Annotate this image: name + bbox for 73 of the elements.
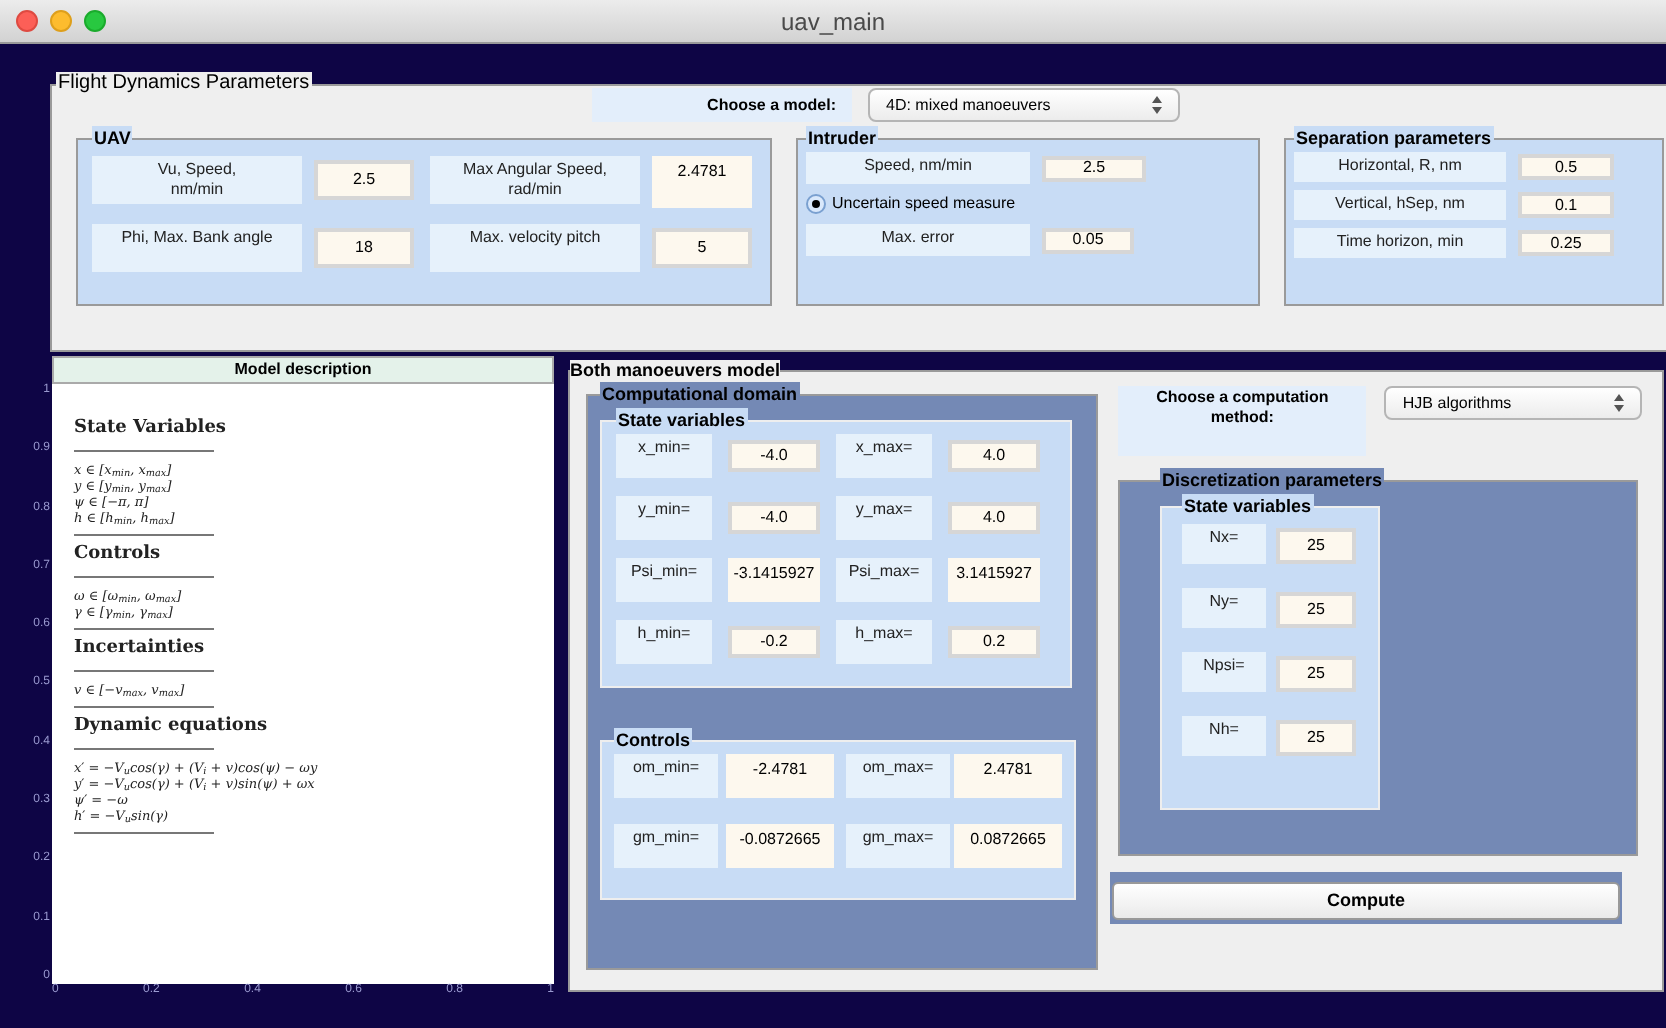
field-label: om_min= <box>614 754 718 798</box>
model-description-header: Model description <box>52 356 554 384</box>
field-label: gm_min= <box>614 824 718 868</box>
dropdown[interactable]: 4D: mixed manoeuvers <box>868 88 1180 122</box>
input-field[interactable]: 2.5 <box>314 160 414 200</box>
group-title: Computational domain <box>600 382 799 408</box>
field-label: Horizontal, R, nm <box>1294 152 1506 182</box>
input-field[interactable]: 0.05 <box>1042 227 1134 253</box>
field-label: gm_max= <box>846 824 950 868</box>
window-title: uav_main <box>780 5 886 39</box>
compute-button[interactable]: Compute <box>1112 882 1620 921</box>
field-label: Ny= <box>1182 588 1266 628</box>
input-field[interactable]: 18 <box>314 228 414 268</box>
input-field[interactable]: 5 <box>652 228 752 268</box>
method-label: Choose a computation method: <box>1118 386 1367 456</box>
radio-option[interactable]: Uncertain speed measure <box>806 192 1250 216</box>
radio-button[interactable] <box>806 194 826 214</box>
input-field[interactable]: 25 <box>1276 592 1356 628</box>
field-label: Vu, Speed, nm/min <box>92 156 302 204</box>
stepper-icon <box>1152 96 1162 114</box>
field-label: Max. error <box>806 224 1030 256</box>
field-label: x_min= <box>616 434 712 478</box>
input-field[interactable]: -4.0 <box>728 502 820 534</box>
field-label: Psi_max= <box>836 558 932 602</box>
field-label: y_min= <box>616 496 712 540</box>
value-text: -2.4781 <box>726 754 834 798</box>
dropdown[interactable]: HJB algorithms <box>1384 386 1642 420</box>
zoom-button[interactable] <box>84 10 106 32</box>
input-field[interactable]: 25 <box>1276 528 1356 564</box>
value-text: 3.1415927 <box>948 558 1040 602</box>
field-label: Max. velocity pitch <box>430 224 640 272</box>
value-text: -3.1415927 <box>728 558 820 602</box>
field-label: Vertical, hSep, nm <box>1294 190 1506 220</box>
input-field[interactable]: 25 <box>1276 656 1356 692</box>
input-field[interactable]: 0.1 <box>1518 192 1614 218</box>
value-text: 2.4781 <box>652 156 752 208</box>
section-heading: Incertainties <box>74 636 207 660</box>
model-label: Choose a model: <box>592 88 852 122</box>
stepper-icon <box>1614 394 1624 412</box>
field-label: om_max= <box>846 754 950 798</box>
field-label: Psi_min= <box>616 558 712 602</box>
value-text: 0.0872665 <box>954 824 1062 868</box>
field-label: Max Angular Speed, rad/min <box>430 156 640 204</box>
input-field[interactable]: -4.0 <box>728 440 820 472</box>
input-field[interactable]: 0.5 <box>1518 154 1614 180</box>
field-label: Phi, Max. Bank angle <box>92 224 302 272</box>
field-label: x_max= <box>836 434 932 478</box>
field-label: Speed, nm/min <box>806 152 1030 184</box>
panel-title: Both manoeuvers model <box>570 360 781 382</box>
group-title: Separation parameters <box>1294 126 1494 152</box>
field-label: Nh= <box>1182 716 1266 756</box>
input-field[interactable]: 4.0 <box>948 440 1040 472</box>
close-button[interactable] <box>16 10 38 32</box>
field-label: h_min= <box>616 620 712 664</box>
group-title: Discretization parameters <box>1160 468 1385 494</box>
value-text: 2.4781 <box>954 754 1062 798</box>
minimize-button[interactable] <box>50 10 72 32</box>
section-heading: State Variables <box>74 416 228 440</box>
input-field[interactable]: 0.25 <box>1518 230 1614 256</box>
input-field[interactable]: 25 <box>1276 720 1356 756</box>
section-heading: Controls <box>74 542 163 566</box>
input-field[interactable]: 4.0 <box>948 502 1040 534</box>
field-label: Nx= <box>1182 524 1266 564</box>
panel-title: Flight Dynamics Parameters <box>56 72 312 96</box>
input-field[interactable]: -0.2 <box>728 626 820 658</box>
field-label: Time horizon, min <box>1294 228 1506 258</box>
field-label: y_max= <box>836 496 932 540</box>
input-field[interactable]: 0.2 <box>948 626 1040 658</box>
value-text: -0.0872665 <box>726 824 834 868</box>
field-label: Npsi= <box>1182 652 1266 692</box>
input-field[interactable]: 2.5 <box>1042 155 1146 181</box>
field-label: h_max= <box>836 620 932 664</box>
section-heading: Dynamic equations <box>74 714 270 738</box>
